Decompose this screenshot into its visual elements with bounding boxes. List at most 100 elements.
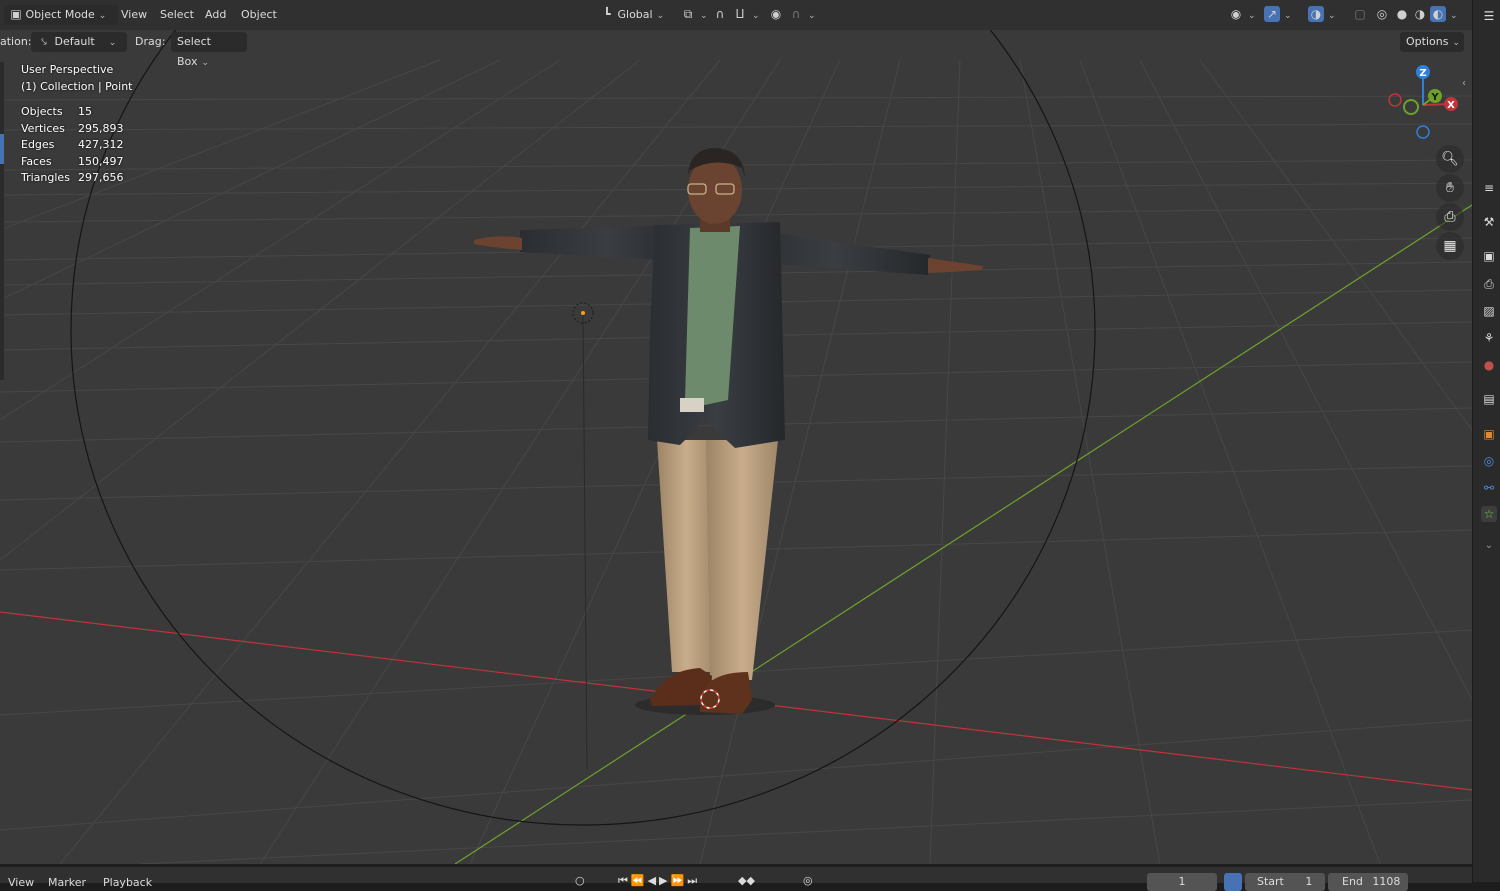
options-dropdown[interactable]: Options ⌄ [1400,32,1464,52]
stat-label: Objects [21,105,63,118]
chevron-down-icon: ⌄ [98,11,107,21]
constraints-properties-icon[interactable]: ⚯ [1481,480,1497,496]
gizmo-toggle[interactable]: ↗ ⌄ [1258,5,1298,25]
zoom-icon[interactable]: 🔍︎ [1436,145,1464,173]
keyframe-jump-icon[interactable]: ◆◆ [738,874,755,887]
stat-value: 15 [78,105,92,118]
falloff-dropdown[interactable]: ∩ ⌄ [782,5,822,25]
light-data-properties-icon[interactable]: ☆ [1481,506,1497,522]
light-stem-line [582,312,588,771]
mode-dropdown[interactable]: ▣ Object Mode ⌄ [4,5,118,25]
chevron-down-icon: ⌄ [752,11,760,21]
rendered-sphere-icon: ◐ [1430,6,1446,22]
falloff-curve-icon: ∩ [791,7,801,21]
outliner-icon[interactable]: ☰ [1481,8,1497,24]
world-properties-icon[interactable]: ● [1481,357,1497,373]
chevron-down-icon: ⌄ [1328,11,1336,21]
snap-target-dropdown[interactable]: ⨿ ⌄ [726,5,766,25]
tool-shelf-edge[interactable] [0,62,4,380]
gizmo-neg-x[interactable] [1388,93,1402,107]
chevron-down-icon: ⌄ [108,38,117,48]
timeline-header: View Marker Playback ○ ⏮⏪◀▶⏩⏭ ◆◆ ◎ 1 Sta… [0,866,1472,891]
physics-properties-icon[interactable]: ◎ [1481,453,1497,469]
current-frame-field[interactable]: 1 [1147,873,1217,891]
timeline-menu-marker[interactable]: Marker [48,876,86,889]
chevron-down-icon[interactable]: ⌄ [1481,538,1497,554]
snap-grid-icon: ⨿ [735,7,745,21]
tool-settings-icon[interactable]: ⚒ [1481,214,1497,230]
collection-properties-icon[interactable]: ▤ [1481,391,1497,407]
menu-object[interactable]: Object [235,5,283,25]
playback-controls[interactable]: ⏮⏪◀▶⏩⏭ [618,874,700,888]
perspective-toggle-icon[interactable]: ▦ [1436,232,1464,260]
timeline-menu-playback[interactable]: Playback [103,876,152,889]
output-properties-icon[interactable]: ⎙ [1481,276,1497,292]
stat-label: Faces [21,154,52,168]
properties-tab-strip: ☰ ≡ ⚒ ▣ ⎙ ▨ ⚘ ● ▤ ▣ ◎ ⚯ ☆ ⌄ [1472,0,1500,882]
orientation-label-text: ation: [0,35,32,48]
orientation-default-dropdown[interactable]: ⤥ Default ⌄ [31,32,127,52]
preview-range-clock-icon[interactable] [1224,873,1242,891]
end-frame-field[interactable]: End 1108 [1328,873,1408,891]
chevron-down-icon: ⌄ [1452,38,1460,48]
start-frame-field[interactable]: Start 1 [1245,873,1325,891]
chevron-down-icon: ⌄ [1248,11,1256,21]
keying-icon[interactable]: ◎ [803,874,813,887]
xray-icon: ▢ [1354,7,1366,21]
orientation-label: Global [617,8,653,21]
stat-row: Edges 427,312 [21,137,124,154]
drag-select-dropdown[interactable]: Select Box ⌄ [171,32,247,68]
menu-view[interactable]: View [115,5,153,25]
shading-rendered[interactable]: ◐ ⌄ [1424,5,1464,25]
menu-select[interactable]: Select [154,5,200,25]
gizmo-y-label: Y [1430,92,1439,103]
stat-label: Vertices [21,121,65,135]
3d-viewport[interactable]: User Perspective (1) Collection | Point … [0,0,1472,864]
view-layer-icon[interactable]: ▨ [1481,303,1497,319]
character-model[interactable] [474,148,983,715]
mode-label: Object Mode [25,8,95,21]
orientation-axes-icon: ┗ [603,7,611,21]
object-properties-icon[interactable]: ▣ [1481,426,1497,442]
pivot-link-icon: ⧉ [683,7,693,21]
overlays-toggle[interactable]: ◑ ⌄ [1302,5,1342,25]
drag-label: Drag: [135,35,166,48]
chevron-down-icon: ⌄ [1450,11,1458,21]
navigation-gizmo[interactable]: Z X Y [1385,60,1465,140]
timeline-menu-view[interactable]: View [8,876,34,889]
object-mode-icon: ▣ [10,7,22,21]
render-properties-icon[interactable]: ▣ [1481,248,1497,264]
properties-editor-icon[interactable]: ≡ [1481,180,1497,196]
tool-settings-row: ation: ⤥ Default ⌄ Drag: Select Box ⌄ Opti… [0,30,1472,68]
chevron-down-icon: ⌄ [808,11,816,21]
active-tool-indicator [0,134,4,164]
chevron-down-icon: ⌄ [656,11,665,21]
auto-key-record-icon[interactable]: ○ [575,874,585,887]
gizmo-x-label: X [1447,100,1455,111]
gizmo-neg-z[interactable] [1416,125,1430,139]
gizmo-z-label: Z [1419,68,1426,79]
pan-hand-icon[interactable]: ✋︎ [1436,174,1464,202]
stat-row: Vertices 295,893 [21,121,124,138]
transform-orientation-dropdown[interactable]: ┗ Global ⌄ [594,5,676,25]
sidebar-collapse-arrow-icon[interactable]: ‹ [1462,78,1466,89]
overlays-icon: ◑ [1308,6,1324,22]
gizmo-neg-y[interactable] [1403,99,1419,115]
stat-row: Objects 15 [21,104,124,121]
visibility-dropdown[interactable]: ◉ ⌄ [1222,5,1262,25]
orientation-gizmo-icon: ⤥ [41,37,47,48]
viewport-canvas[interactable] [0,0,1472,864]
stat-value: 427,312 [78,138,124,151]
gizmo-icon: ↗ [1264,6,1280,22]
camera-view-icon[interactable]: ⎙ [1436,203,1464,231]
orientation-default-label: Default [54,35,95,48]
stat-label: Edges [21,138,55,151]
scene-properties-icon[interactable]: ⚘ [1481,330,1497,346]
viewport-stats-overlay: User Perspective (1) Collection | Point … [21,62,133,187]
stat-label: Triangles [21,171,70,184]
stat-row: Faces 150,497 [21,154,124,171]
menu-add[interactable]: Add [199,5,232,25]
stat-value: 150,497 [78,154,124,168]
stat-value: 295,893 [78,121,124,135]
view-name: User Perspective [21,63,114,76]
